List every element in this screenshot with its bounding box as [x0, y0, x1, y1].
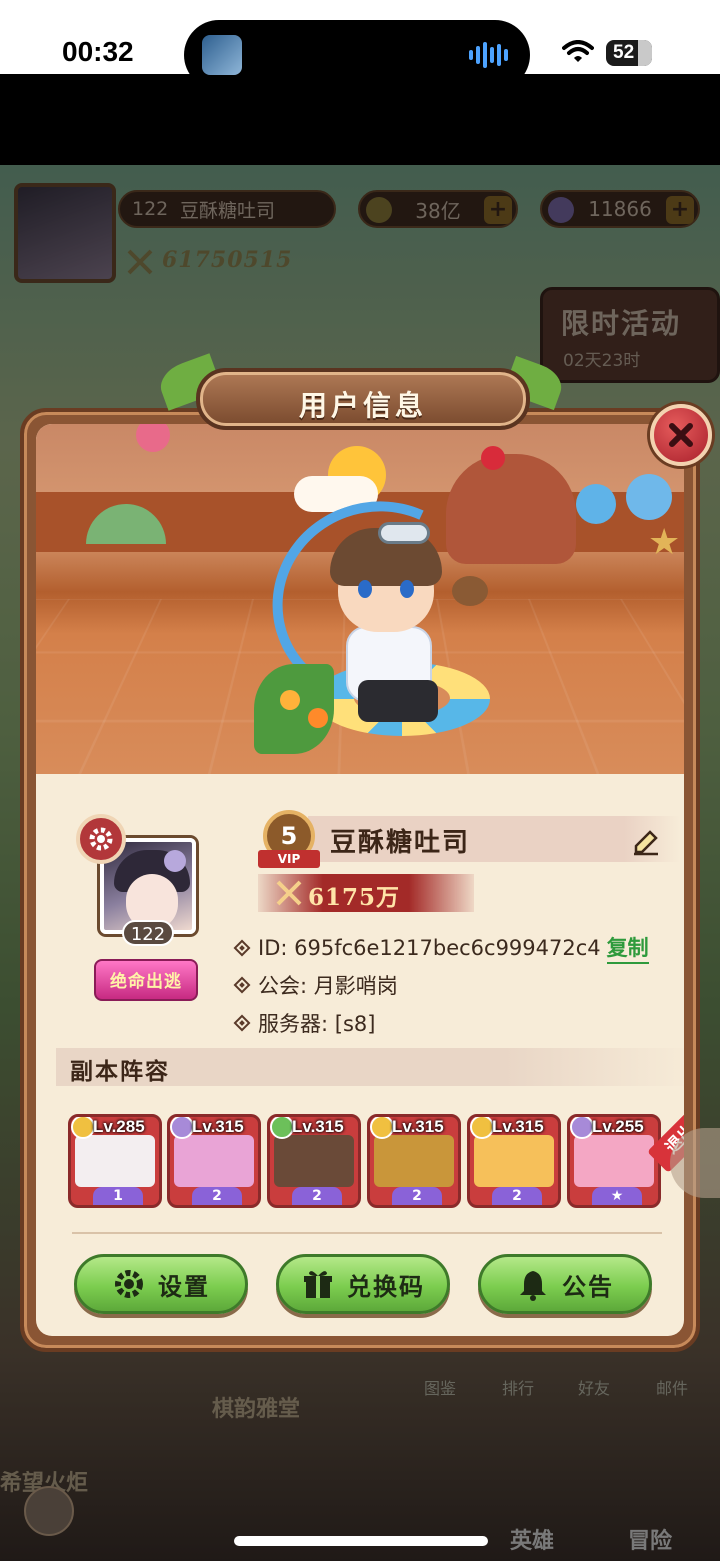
close-button[interactable]	[650, 404, 712, 466]
vip-badge[interactable]: 5 VIP	[258, 810, 320, 872]
hero-portrait	[574, 1135, 654, 1187]
diamond-bullet-icon	[233, 939, 251, 957]
modal-title: 用户信息	[298, 389, 427, 422]
hero-star-badge: 1	[93, 1187, 143, 1205]
avatar-settings-button[interactable]	[76, 814, 126, 864]
hero-star-badge: 2	[292, 1187, 342, 1205]
edit-name-icon[interactable]	[630, 824, 662, 856]
hero-portrait	[274, 1135, 354, 1187]
lineup-hero-card[interactable]: Lv.315 2	[167, 1114, 261, 1208]
server-name: 服务器: [s8]	[258, 1012, 376, 1036]
redeem-code-label: 兑换码	[347, 1272, 425, 1301]
lineup-hero-card[interactable]: Lv.315 2	[267, 1114, 361, 1208]
divider	[72, 1232, 662, 1234]
hero-portrait	[474, 1135, 554, 1187]
status-time: 00:32	[62, 36, 134, 67]
star-decoration-icon: ★	[648, 522, 681, 563]
notice-button[interactable]: 公告	[478, 1254, 652, 1314]
modal-content: ★ 122 绝命出逃 5 VIP 豆酥糖吐司 6175万 ID: 695fc6e…	[36, 424, 684, 1336]
audio-wave-icon	[469, 42, 508, 68]
hero-character	[244, 472, 510, 764]
element-icon	[470, 1117, 494, 1139]
element-icon	[71, 1117, 95, 1139]
settings-button[interactable]: 设置	[74, 1254, 248, 1314]
player-name: 豆酥糖吐司	[330, 828, 471, 858]
hero-level: Lv.315	[292, 1117, 344, 1136]
element-icon	[370, 1117, 394, 1139]
lineup-title: 副本阵容	[70, 1059, 170, 1085]
lineup-hero-card[interactable]: Lv.285 1	[68, 1114, 162, 1208]
lineup-hero-card[interactable]: Lv.255 ★	[567, 1114, 661, 1208]
notice-label: 公告	[562, 1272, 614, 1301]
bell-icon	[520, 1271, 546, 1301]
element-icon	[570, 1117, 594, 1139]
app-thumbnail-icon	[202, 35, 242, 75]
user-info-modal: ★ 122 绝命出逃 5 VIP 豆酥糖吐司 6175万 ID: 695fc6e…	[20, 408, 700, 1352]
flower-icon	[164, 850, 186, 872]
hero-showcase: ★	[36, 424, 684, 774]
home-indicator[interactable]	[234, 1536, 488, 1546]
hero-star-badge: 2	[192, 1187, 242, 1205]
server-row: 服务器: [s8]	[233, 1008, 376, 1038]
close-icon	[669, 423, 693, 447]
player-id: ID: 695fc6e1217bec6c999472c4	[258, 936, 601, 960]
hero-star-badge: 2	[492, 1187, 542, 1205]
hero-level: Lv.285	[93, 1117, 145, 1136]
hero-level: Lv.315	[192, 1117, 244, 1136]
gift-icon	[304, 1271, 332, 1298]
guild-name: 公会: 月影哨岗	[258, 974, 398, 998]
lineup-hero-card[interactable]: Lv.315 2	[367, 1114, 461, 1208]
hero-level: Lv.315	[492, 1117, 544, 1136]
hero-level: Lv.315	[392, 1117, 444, 1136]
player-title-badge[interactable]: 绝命出逃	[94, 959, 198, 1001]
hero-portrait	[174, 1135, 254, 1187]
element-icon	[170, 1117, 194, 1139]
hero-star-badge: ★	[592, 1187, 642, 1205]
vip-label: VIP	[258, 850, 320, 868]
diamond-bullet-icon	[233, 1014, 251, 1032]
redeem-code-button[interactable]: 兑换码	[276, 1254, 450, 1314]
copy-id-button[interactable]: 复制	[606, 932, 649, 964]
settings-label: 设置	[158, 1272, 210, 1301]
player-id-row: ID: 695fc6e1217bec6c999472c4 复制	[233, 932, 649, 964]
battery-indicator: 52	[606, 40, 652, 66]
hero-star-badge: 2	[392, 1187, 442, 1205]
diamond-bullet-icon	[233, 976, 251, 994]
guild-row: 公会: 月影哨岗	[233, 970, 398, 1000]
avatar-level-badge: 122	[122, 920, 174, 946]
gear-icon	[115, 1270, 143, 1298]
modal-title-plate: 用户信息	[196, 368, 530, 430]
lineup-hero-card[interactable]: Lv.315 2	[467, 1114, 561, 1208]
crossed-swords-icon	[276, 880, 302, 906]
hero-portrait	[374, 1135, 454, 1187]
player-power: 6175万	[308, 884, 401, 911]
chat-button[interactable]	[24, 1486, 74, 1536]
dynamic-island	[184, 20, 530, 90]
hero-level: Lv.255	[592, 1117, 644, 1136]
wifi-icon	[562, 40, 594, 62]
hero-portrait	[75, 1135, 155, 1187]
gear-icon	[89, 827, 113, 851]
status-bar: 00:32 52	[0, 0, 720, 90]
element-icon	[270, 1117, 294, 1139]
